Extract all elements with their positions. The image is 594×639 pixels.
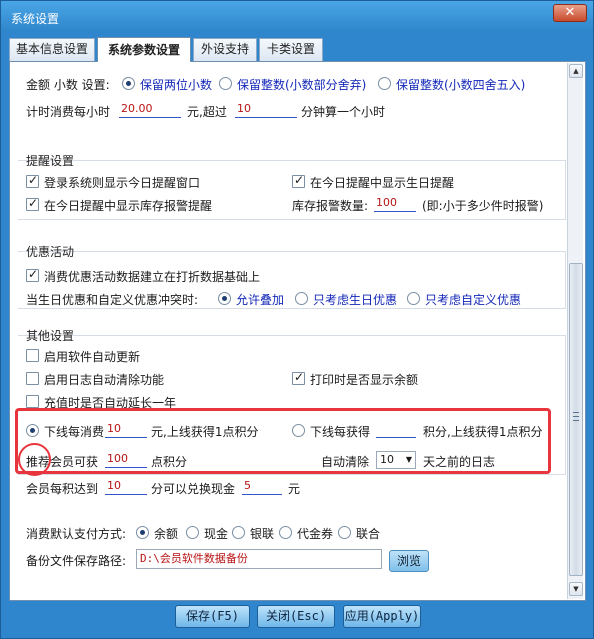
- vertical-scrollbar[interactable]: ▲ ▼: [567, 63, 583, 599]
- scroll-grip-icon: [573, 412, 579, 421]
- exchange-points-field[interactable]: 10: [105, 479, 147, 495]
- stock-qty-label: 库存报警数量:: [292, 199, 369, 213]
- radio-pay-cash[interactable]: [186, 526, 199, 539]
- radio-pay-combined[interactable]: [338, 526, 351, 539]
- scroll-thumb[interactable]: [569, 263, 583, 576]
- label-print-balance: 打印时是否显示余额: [310, 373, 419, 387]
- label-birthday-reminder: 在今日提醒中显示生日提醒: [310, 176, 455, 190]
- label-birthday-only: 只考虑生日优惠: [313, 293, 398, 307]
- label-exchange: 会员每积达到: [26, 482, 99, 496]
- settings-scroll-area: 金额 小数 设置: 保留两位小数 保留整数(小数部分舍弃) 保留整数(小数四舍五…: [10, 62, 566, 600]
- window-title: 系统设置: [11, 12, 60, 26]
- hourly-price-field[interactable]: 20.00: [119, 102, 181, 118]
- timing-label: 计时消费每小时: [26, 105, 111, 119]
- label-exchange-mid: 分可以兑换现金: [151, 482, 236, 496]
- label-pay-balance: 余额: [154, 527, 179, 541]
- label-pay-combined: 联合: [356, 527, 381, 541]
- label-custom-only: 只考虑自定义优惠: [425, 293, 522, 307]
- promo-title: 优惠活动: [26, 245, 75, 259]
- checkbox-recharge-extend[interactable]: [26, 395, 39, 408]
- scroll-up-icon[interactable]: ▲: [569, 64, 583, 78]
- tab-peripherals[interactable]: 外设支持: [193, 38, 257, 61]
- radio-pay-unionpay[interactable]: [232, 526, 245, 539]
- apply-button[interactable]: 应用(Apply): [343, 605, 421, 628]
- radio-allow-stack[interactable]: [218, 292, 231, 305]
- scroll-down-icon[interactable]: ▼: [569, 582, 583, 596]
- close-icon[interactable]: ✕: [553, 4, 587, 22]
- label-backup-path: 备份文件保存路径:: [26, 554, 127, 568]
- checkbox-log-auto-clean[interactable]: [26, 372, 39, 385]
- radio-pay-balance[interactable]: [136, 526, 149, 539]
- label-pay-cash: 现金: [204, 527, 229, 541]
- label-pay-voucher: 代金券: [297, 527, 334, 541]
- timing-mid-label: 元,超过: [187, 105, 227, 119]
- label-log-auto-clean: 启用日志自动清除功能: [44, 373, 165, 387]
- checkbox-auto-update[interactable]: [26, 349, 39, 362]
- checkbox-promo-on-discount[interactable]: [26, 267, 39, 282]
- other-settings-title: 其他设置: [26, 329, 75, 343]
- label-login-popup: 登录系统则显示今日提醒窗口: [44, 176, 201, 190]
- amount-setting-label: 金额 小数 设置:: [26, 78, 110, 92]
- checkbox-print-balance[interactable]: [292, 370, 305, 385]
- tab-card-settings[interactable]: 卡类设置: [259, 38, 323, 61]
- label-integer-round: 保留整数(小数四舍五入): [396, 78, 526, 92]
- minutes-threshold-field[interactable]: 10: [235, 102, 297, 118]
- browse-button[interactable]: 浏览: [389, 550, 429, 572]
- radio-integer-round[interactable]: [378, 77, 391, 90]
- label-integer-truncate: 保留整数(小数部分舍弃): [237, 78, 367, 92]
- settings-panel: 金额 小数 设置: 保留两位小数 保留整数(小数部分舍弃) 保留整数(小数四舍五…: [9, 61, 586, 601]
- radio-integer-truncate[interactable]: [219, 77, 232, 90]
- timing-suffix-label: 分钟算一个小时: [301, 105, 386, 119]
- title-bar: 系统设置 ✕: [1, 1, 593, 33]
- label-allow-stack: 允许叠加: [236, 293, 285, 307]
- radio-custom-only[interactable]: [407, 292, 420, 305]
- label-pay-unionpay: 银联: [250, 527, 275, 541]
- tab-system-params[interactable]: 系统参数设置: [97, 37, 191, 62]
- label-promo-on-discount: 消费优惠活动数据建立在打折数据基础上: [44, 270, 261, 284]
- backup-path-input[interactable]: D:\会员软件数据备份: [136, 549, 382, 569]
- highlight-circle: [18, 443, 51, 476]
- stock-qty-hint: (即:小于多少件时报警): [422, 199, 544, 213]
- reminder-title: 提醒设置: [26, 154, 75, 168]
- settings-window: 系统设置 ✕ 基本信息设置 系统参数设置 外设支持 卡类设置 金额 小数 设置:…: [0, 0, 594, 639]
- radio-birthday-only[interactable]: [295, 292, 308, 305]
- exchange-cash-field[interactable]: 5: [242, 479, 282, 495]
- promo-conflict-label: 当生日优惠和自定义优惠冲突时:: [26, 293, 199, 307]
- save-button[interactable]: 保存(F5): [175, 605, 250, 628]
- checkbox-stock-alert[interactable]: [26, 196, 39, 211]
- close-button[interactable]: 关闭(Esc): [257, 605, 335, 628]
- radio-two-decimals[interactable]: [122, 77, 135, 90]
- tab-basic-info[interactable]: 基本信息设置: [9, 38, 95, 61]
- checkbox-login-popup[interactable]: [26, 173, 39, 188]
- label-payment-method: 消费默认支付方式:: [26, 527, 127, 541]
- stock-qty-field[interactable]: 100: [374, 196, 416, 212]
- label-auto-update: 启用软件自动更新: [44, 350, 141, 364]
- highlight-rectangle: [15, 408, 551, 474]
- checkbox-birthday-reminder[interactable]: [292, 173, 305, 188]
- label-two-decimals: 保留两位小数: [140, 78, 213, 92]
- label-exchange-suffix: 元: [288, 482, 301, 496]
- radio-pay-voucher[interactable]: [279, 526, 292, 539]
- label-stock-alert: 在今日提醒中显示库存报警提醒: [44, 199, 213, 213]
